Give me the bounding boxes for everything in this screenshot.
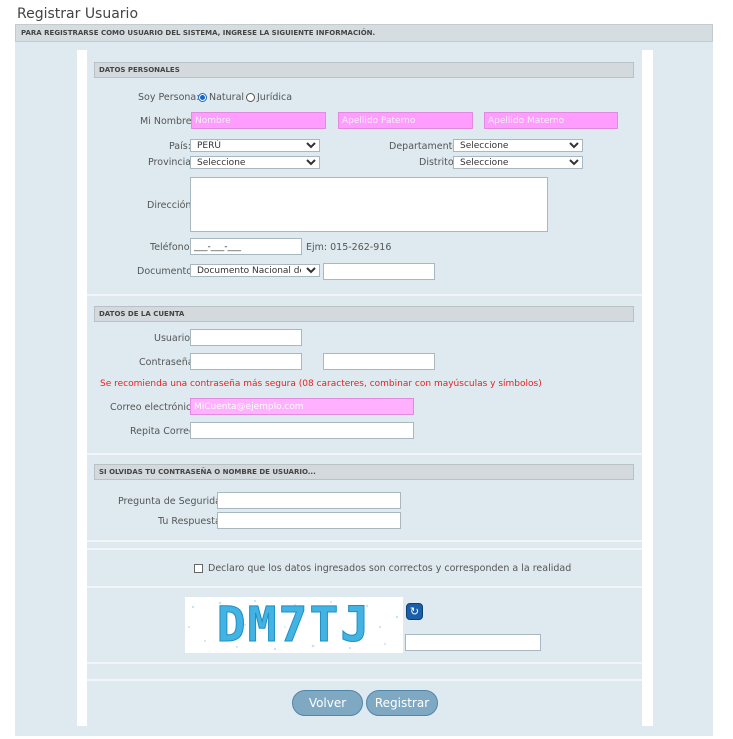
distrito-label: Distrito: [419, 157, 457, 168]
page-title: Registrar Usuario [17, 6, 139, 22]
radio-natural[interactable] [198, 93, 207, 102]
departamento-label: Departamento: [389, 141, 462, 152]
distrito-select[interactable]: Seleccione [453, 156, 583, 169]
telefono-hint: Ejm: 015-262-916 [306, 242, 392, 253]
persona-label: Soy Persona: [138, 92, 200, 103]
correo-input[interactable] [190, 398, 414, 415]
section-divider [87, 662, 642, 664]
usuario-input[interactable] [190, 329, 302, 346]
section-divider [87, 294, 642, 296]
telefono-input[interactable] [190, 238, 302, 255]
pais-label: País: [169, 141, 191, 152]
captcha-image: DM7TJ [185, 597, 403, 653]
section-header-recovery: SI OLVIDAS TU CONTRASEÑA O NOMBRE DE USU… [94, 464, 634, 480]
section-divider [87, 540, 642, 542]
section-divider [87, 453, 642, 455]
correo-label: Correo electrónico: [110, 402, 201, 413]
apellido-materno-input[interactable] [484, 112, 618, 129]
direccion-textarea[interactable] [190, 177, 548, 232]
pregunta-label: Pregunta de Seguridad: [118, 496, 231, 507]
repita-correo-input[interactable] [190, 422, 414, 439]
nombre-input[interactable] [191, 112, 326, 129]
section-header-personal: DATOS PERSONALES [94, 62, 634, 78]
contrasena-input[interactable] [190, 353, 302, 370]
section-header-account: DATOS DE LA CUENTA [94, 306, 634, 322]
registrar-button[interactable]: Registrar [366, 690, 438, 716]
provincia-label: Provincia: [148, 157, 195, 168]
section-divider [87, 586, 642, 588]
repita-correo-label: Repita Correo: [130, 426, 198, 437]
declaration-text: Declaro que los datos ingresados son cor… [208, 563, 572, 574]
usuario-label: Usuario: [154, 333, 194, 344]
contrasena-label: Contraseña: [139, 357, 197, 368]
respuesta-label: Tu Respuesta: [158, 516, 224, 527]
section-divider [87, 548, 642, 550]
direccion-label: Dirección: [147, 200, 195, 211]
radio-juridica[interactable] [246, 93, 255, 102]
departamento-select[interactable]: Seleccione [453, 139, 583, 152]
captcha-text: DM7TJ [216, 597, 372, 653]
page-subtitle: PARA REGISTRARSE COMO USUARIO DEL SISTEM… [15, 24, 713, 42]
contrasena-confirm-input[interactable] [323, 353, 435, 370]
volver-button[interactable]: Volver [292, 690, 363, 716]
telefono-label: Teléfono: [150, 242, 193, 253]
radio-natural-label: Natural [209, 92, 245, 103]
provincia-select[interactable]: Seleccione [190, 156, 320, 169]
documento-number-input[interactable] [323, 263, 435, 280]
radio-juridica-label: Jurídica [257, 92, 293, 103]
pregunta-input[interactable] [217, 492, 401, 509]
respuesta-input[interactable] [217, 512, 401, 529]
pais-select[interactable]: PERÚ [190, 139, 320, 152]
declaration-checkbox[interactable] [194, 564, 203, 573]
documento-select[interactable]: Documento Nacional de Id [190, 264, 320, 277]
refresh-icon[interactable]: ↻ [406, 603, 423, 620]
nombre-label: Mi Nombre: [140, 116, 195, 127]
apellido-paterno-input[interactable] [338, 112, 473, 129]
password-warning: Se recomienda una contraseña más segura … [100, 379, 542, 389]
section-divider [87, 679, 642, 681]
documento-label: Documento: [137, 266, 196, 277]
captcha-input[interactable] [405, 634, 541, 651]
